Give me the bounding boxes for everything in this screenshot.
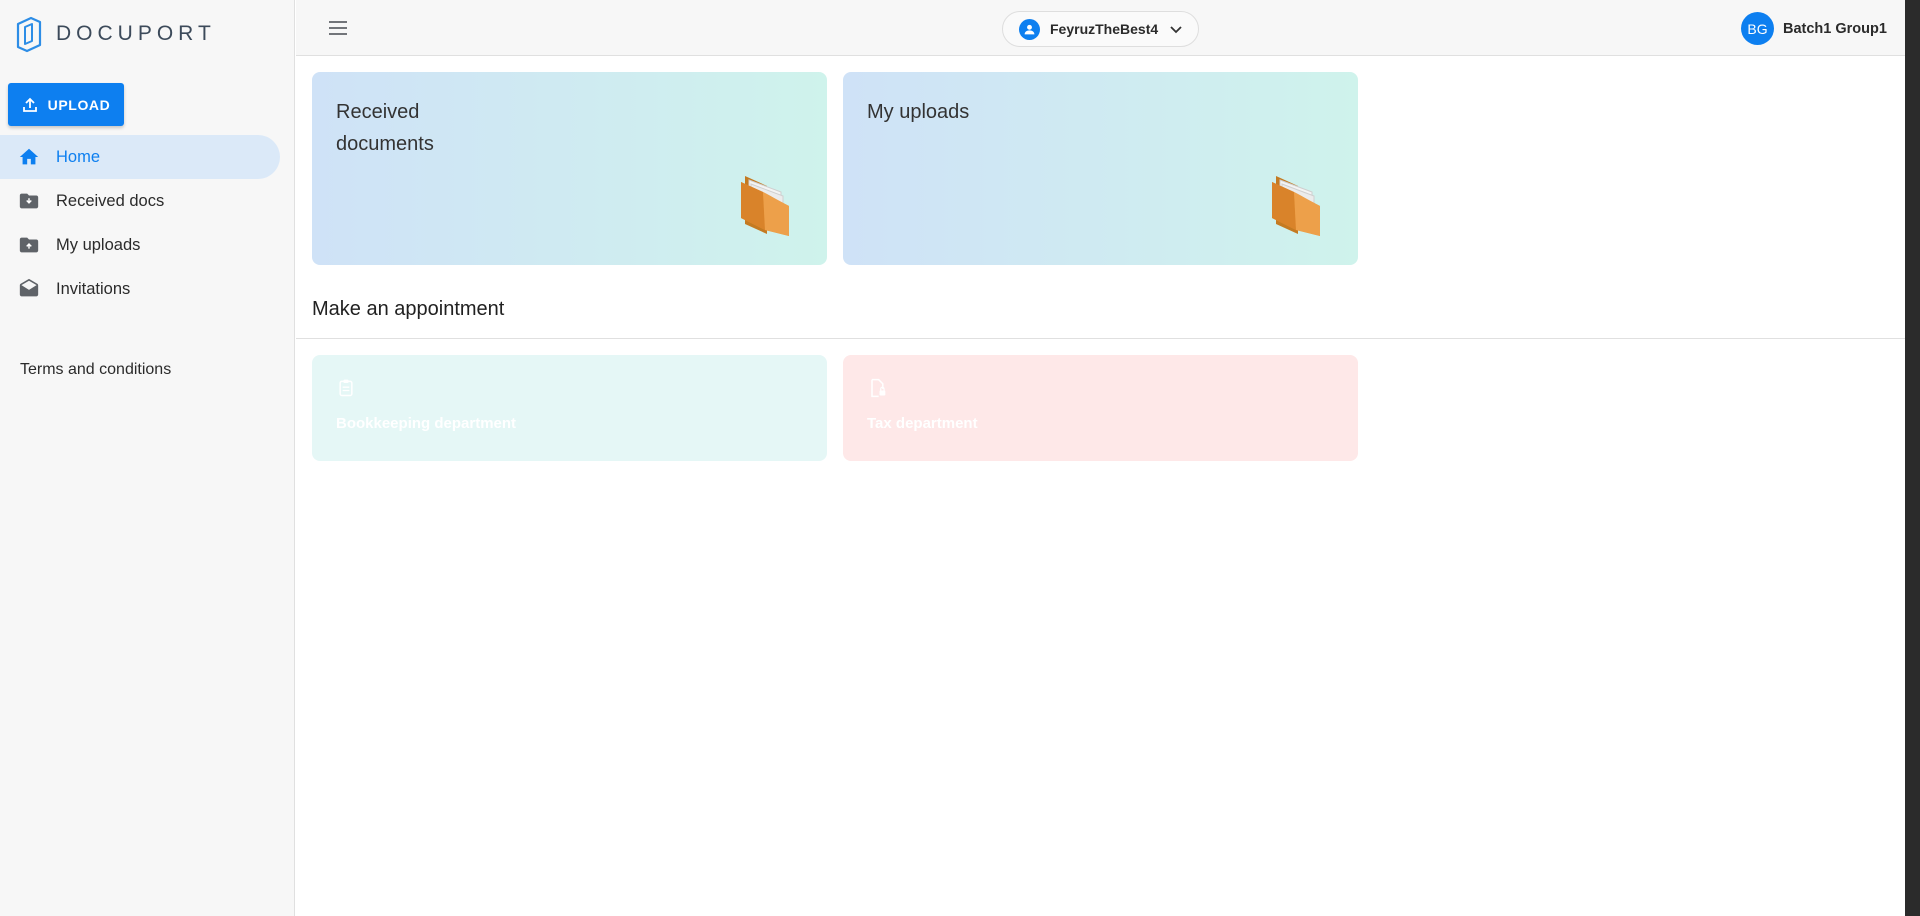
terms-and-conditions-link[interactable]: Terms and conditions — [20, 361, 171, 379]
sidebar-item-home[interactable]: Home — [0, 135, 280, 179]
tax-department-card[interactable]: Tax department — [843, 355, 1358, 461]
account-selector[interactable]: FeyruzTheBest4 — [1002, 11, 1199, 47]
upload-icon — [22, 97, 37, 112]
my-uploads-card[interactable]: My uploads — [843, 72, 1358, 265]
folder-icon — [741, 176, 789, 236]
sidebar-nav: Home Received docs My uploads Invitation… — [0, 135, 295, 311]
clipboard-icon — [339, 379, 353, 397]
sidebar-item-my-uploads[interactable]: My uploads — [0, 223, 295, 267]
upload-button[interactable]: UPLOAD — [8, 83, 124, 126]
sidebar-item-received-docs[interactable]: Received docs — [0, 179, 295, 223]
card-title: Received documents — [336, 101, 434, 155]
sidebar-item-label: Received docs — [56, 191, 165, 210]
chevron-down-icon — [1168, 21, 1184, 37]
sidebar: DOCUPORT UPLOAD Home Received docs My up… — [0, 0, 295, 916]
docuport-logo-icon — [16, 16, 42, 53]
department-label: Tax department — [867, 415, 978, 432]
folder-icon — [1272, 176, 1320, 236]
user-menu[interactable]: BG Batch1 Group1 — [1741, 12, 1887, 45]
folder-upload-icon — [18, 234, 40, 256]
hamburger-menu-icon[interactable] — [326, 16, 350, 40]
card-title: My uploads — [867, 101, 970, 123]
account-name: FeyruzTheBest4 — [1050, 21, 1159, 37]
top-bar: FeyruzTheBest4 BG Batch1 Group1 — [296, 0, 1905, 56]
bookkeeping-department-card[interactable]: Bookkeeping department — [312, 355, 827, 461]
account-person-icon — [1019, 18, 1040, 40]
document-lock-icon — [871, 378, 886, 398]
sidebar-item-label: Home — [56, 147, 101, 166]
section-divider — [296, 338, 1905, 339]
department-label: Bookkeeping department — [336, 415, 517, 432]
window-scrollbar[interactable] — [1905, 0, 1920, 916]
brand-name: DOCUPORT — [56, 22, 216, 45]
sidebar-item-invitations[interactable]: Invitations — [0, 267, 295, 311]
user-name: Batch1 Group1 — [1783, 20, 1887, 37]
home-icon — [18, 146, 40, 168]
folder-download-icon — [18, 190, 40, 212]
upload-button-label: UPLOAD — [47, 96, 111, 113]
received-documents-card[interactable]: Received documents — [312, 72, 827, 265]
sidebar-item-label: My uploads — [56, 235, 141, 254]
sidebar-item-label: Invitations — [56, 279, 131, 298]
docuport-logo[interactable]: DOCUPORT — [14, 14, 216, 54]
envelope-open-icon — [18, 278, 40, 300]
appointment-section-title: Make an appointment — [312, 298, 505, 320]
user-avatar: BG — [1741, 12, 1774, 45]
